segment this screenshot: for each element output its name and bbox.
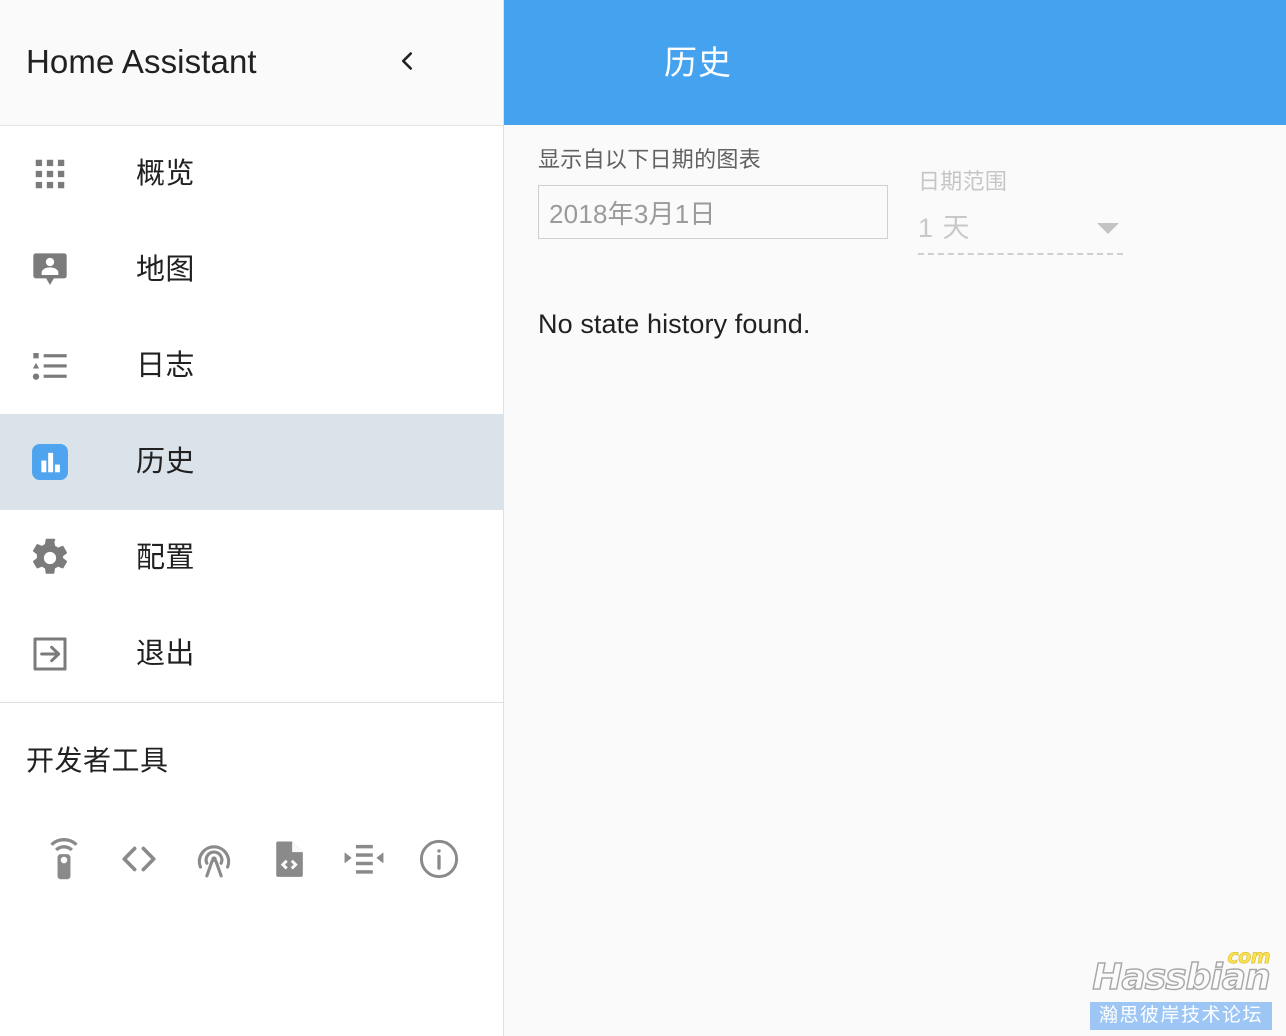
sidebar-item-configuration[interactable]: 配置 (0, 510, 503, 606)
sidebar-item-history[interactable]: 历史 (0, 414, 503, 510)
sidebar-item-label: 概览 (136, 157, 195, 190)
format-list-bulleted-icon (26, 342, 74, 390)
gear-icon (26, 534, 74, 582)
devtool-events-button[interactable] (176, 821, 251, 899)
devtool-template-button[interactable] (101, 821, 176, 899)
sidebar-item-label: 日志 (136, 349, 195, 382)
date-picker-input[interactable] (538, 185, 888, 240)
sidebar-item-logout[interactable]: 退出 (0, 606, 503, 702)
sidebar-item-overview[interactable]: 概览 (0, 126, 503, 222)
exit-to-app-icon (26, 630, 74, 678)
mqtt-arrows-icon (342, 837, 386, 884)
page-title: 历史 (664, 44, 732, 81)
sidebar-item-map[interactable]: 地图 (0, 222, 503, 318)
empty-state-message: No state history found. (538, 309, 811, 340)
information-outline-icon (417, 837, 461, 884)
developer-tools-section: 开发者工具 (0, 703, 503, 1036)
apps-grid-icon (26, 150, 74, 198)
sidebar-item-logbook[interactable]: 日志 (0, 318, 503, 414)
app-title: Home Assistant (26, 43, 257, 81)
date-range-group: 日期范围 1 天 (918, 147, 1123, 256)
chevron-down-icon (1097, 222, 1119, 234)
date-range-select[interactable]: 1 天 (918, 203, 1123, 256)
file-code-icon (268, 838, 310, 883)
history-controls: 显示自以下日期的图表 日期范围 1 天 (504, 125, 1286, 256)
date-range-value: 1 天 (918, 212, 971, 243)
devtool-states-button[interactable] (26, 821, 101, 899)
sidebar-collapse-button[interactable] (379, 35, 435, 91)
chart-bar-icon (26, 438, 74, 486)
developer-tools-title: 开发者工具 (26, 745, 169, 776)
account-pin-icon (26, 246, 74, 294)
chevron-left-icon (392, 46, 422, 79)
developer-tools-icons (26, 821, 477, 899)
main-toolbar: 历史 (504, 0, 1286, 125)
sidebar-header: Home Assistant (0, 0, 503, 126)
code-tags-icon (118, 838, 160, 883)
sidebar-item-label: 配置 (136, 541, 195, 574)
date-range-label: 日期范围 (918, 169, 1008, 194)
radio-tower-icon (192, 837, 236, 884)
devtool-services-button[interactable] (252, 821, 327, 899)
sidebar-item-label: 退出 (136, 637, 195, 670)
app-root: Home Assistant 概览 地图 日志 历史 配置 退出 开发者工具 历… (0, 0, 1286, 1036)
history-panel: 显示自以下日期的图表 日期范围 1 天 No state history fou… (504, 125, 1286, 1036)
date-picker-group: 显示自以下日期的图表 (538, 147, 888, 240)
devtool-mqtt-button[interactable] (327, 821, 402, 899)
main-content: 历史 显示自以下日期的图表 日期范围 1 天 No state history … (504, 0, 1286, 1036)
sidebar: Home Assistant 概览 地图 日志 历史 配置 退出 开发者工具 (0, 0, 504, 1036)
date-picker-label: 显示自以下日期的图表 (538, 147, 762, 172)
sidebar-item-label: 地图 (136, 253, 195, 286)
sidebar-item-label: 历史 (136, 445, 195, 478)
remote-icon (43, 837, 85, 883)
devtool-info-button[interactable] (402, 821, 477, 899)
sidebar-nav: 概览 地图 日志 历史 配置 退出 (0, 126, 503, 702)
